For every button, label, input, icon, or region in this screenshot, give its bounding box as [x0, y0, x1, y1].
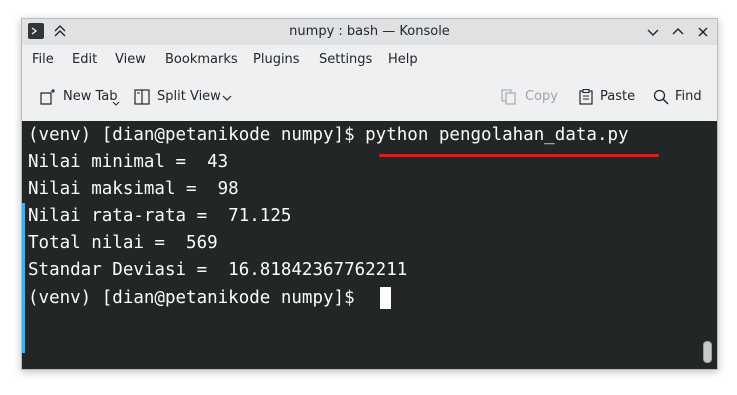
- copy-icon: [501, 89, 516, 105]
- window-title: numpy : bash — Konsole: [289, 24, 450, 39]
- terminal-line-output: Nilai minimal = 43: [28, 152, 229, 172]
- focus-indicator: [22, 203, 25, 353]
- new-tab-label: New Tab: [63, 89, 118, 104]
- minimize-button[interactable]: [644, 23, 662, 41]
- menu-bar: File Edit View Bookmarks Plugins Setting…: [22, 45, 717, 75]
- close-button[interactable]: [694, 23, 712, 41]
- split-view-dropdown-icon: [222, 95, 232, 101]
- paste-label: Paste: [600, 89, 636, 104]
- terminal-view[interactable]: (venv) [dian@petanikode numpy]$ python p…: [22, 121, 717, 369]
- paste-icon: [579, 89, 593, 105]
- menu-bookmarks[interactable]: Bookmarks: [165, 45, 238, 75]
- new-tab-icon: [40, 89, 55, 105]
- terminal-app-icon[interactable]: [28, 23, 44, 39]
- copy-button[interactable]: Copy: [501, 83, 559, 111]
- copy-label: Copy: [525, 89, 558, 104]
- terminal-line-output: Nilai maksimal = 98: [28, 179, 239, 199]
- search-icon: [653, 89, 669, 105]
- terminal-line-prompt: (venv) [dian@petanikode numpy]$: [28, 288, 366, 308]
- new-tab-button[interactable]: New Tab: [39, 83, 125, 111]
- command-highlight-underline: [379, 154, 659, 157]
- menu-help[interactable]: Help: [388, 45, 418, 75]
- paste-button[interactable]: Paste: [578, 83, 638, 111]
- find-label: Find: [675, 89, 702, 104]
- menu-settings[interactable]: Settings: [319, 45, 372, 75]
- toolbar: New Tab Split View Copy Paste Find: [22, 75, 717, 121]
- menu-plugins[interactable]: Plugins: [253, 45, 300, 75]
- find-button[interactable]: Find: [653, 83, 705, 111]
- split-view-button[interactable]: Split View: [134, 83, 236, 111]
- terminal-line-output: Total nilai = 569: [28, 233, 218, 253]
- text-cursor: [380, 287, 391, 309]
- keep-above-icon[interactable]: [52, 23, 68, 39]
- maximize-button[interactable]: [669, 23, 687, 41]
- title-bar[interactable]: numpy : bash — Konsole: [22, 19, 717, 45]
- split-view-icon: [134, 89, 150, 105]
- menu-view[interactable]: View: [115, 45, 146, 75]
- terminal-line-output: Nilai rata-rata = 71.125: [28, 206, 292, 226]
- terminal-line-output: Standar Deviasi = 16.81842367762211: [28, 260, 408, 280]
- new-tab-dropdown-icon: [112, 101, 120, 106]
- menu-file[interactable]: File: [32, 45, 54, 75]
- konsole-window: numpy : bash — Konsole File Edit View Bo…: [21, 18, 718, 370]
- menu-edit[interactable]: Edit: [72, 45, 97, 75]
- terminal-line-command: (venv) [dian@petanikode numpy]$ python p…: [28, 125, 629, 145]
- scrollbar-handle[interactable]: [703, 341, 712, 363]
- split-view-label: Split View: [157, 89, 221, 104]
